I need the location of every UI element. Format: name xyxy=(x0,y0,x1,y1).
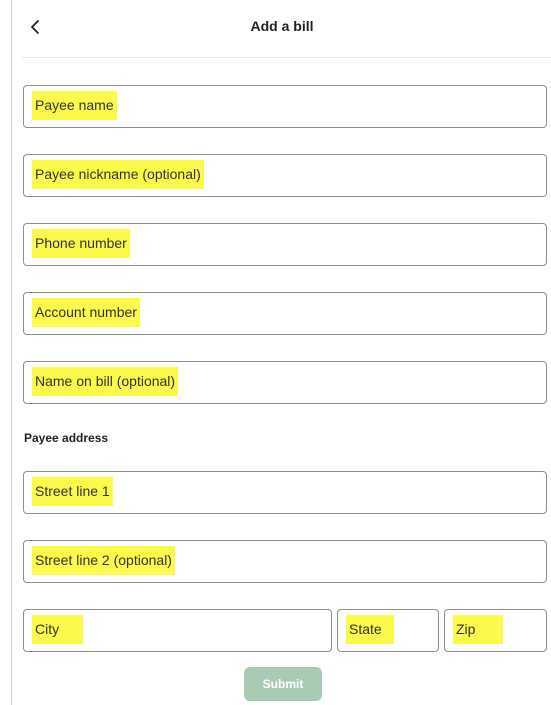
name-on-bill-placeholder: Name on bill (optional) xyxy=(32,367,179,396)
street-line-1-placeholder: Street line 1 xyxy=(32,477,113,506)
payee-name-field[interactable]: Payee name xyxy=(23,85,547,128)
state-placeholder: State xyxy=(346,615,394,644)
page-title: Add a bill xyxy=(250,18,314,34)
phone-number-field[interactable]: Phone number xyxy=(23,223,547,266)
payee-name-placeholder: Payee name xyxy=(32,91,117,120)
add-bill-screen: Add a bill Payee name Payee nickname (op… xyxy=(11,0,551,705)
zip-field[interactable]: Zip xyxy=(444,609,547,652)
street-line-2-field[interactable]: Street line 2 (optional) xyxy=(23,540,547,583)
payee-nickname-field[interactable]: Payee nickname (optional) xyxy=(23,154,547,197)
submit-button[interactable]: Submit xyxy=(244,667,322,701)
name-on-bill-field[interactable]: Name on bill (optional) xyxy=(23,361,547,404)
zip-placeholder: Zip xyxy=(453,615,504,644)
phone-number-placeholder: Phone number xyxy=(32,229,130,258)
account-number-placeholder: Account number xyxy=(32,298,140,327)
state-field[interactable]: State xyxy=(337,609,439,652)
header-divider xyxy=(22,57,551,58)
account-number-field[interactable]: Account number xyxy=(23,292,547,335)
payee-address-label: Payee address xyxy=(24,431,109,445)
city-field[interactable]: City xyxy=(23,609,332,652)
street-line-1-field[interactable]: Street line 1 xyxy=(23,471,547,514)
header: Add a bill xyxy=(12,0,551,57)
street-line-2-placeholder: Street line 2 (optional) xyxy=(32,546,175,575)
payee-nickname-placeholder: Payee nickname (optional) xyxy=(32,160,204,189)
city-placeholder: City xyxy=(32,615,84,644)
